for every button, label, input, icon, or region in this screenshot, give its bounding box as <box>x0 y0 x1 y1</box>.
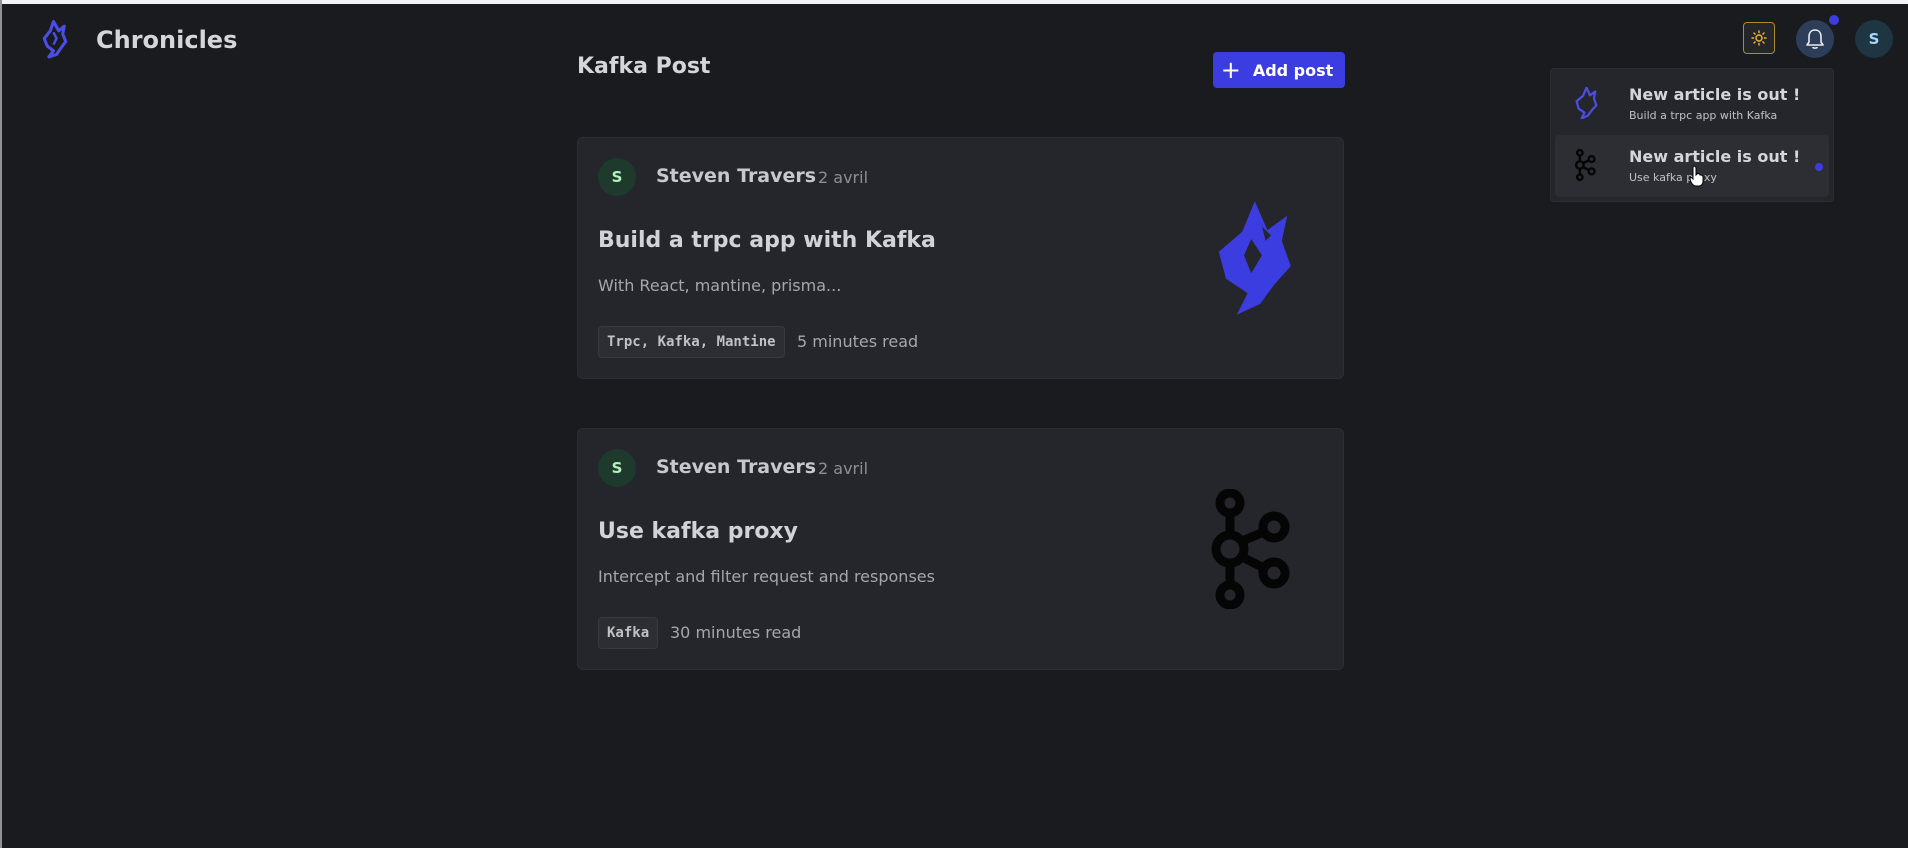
notification-subtitle: Build a trpc app with Kafka <box>1629 109 1778 122</box>
read-time: 30 minutes read <box>670 623 802 642</box>
unread-indicator <box>1829 15 1839 25</box>
post-date: 2 avril <box>818 168 869 187</box>
notification-title: New article is out ! <box>1629 147 1801 166</box>
app-name: Chronicles <box>96 26 238 54</box>
window-top-border <box>0 0 1908 4</box>
post-tags: Trpc, Kafka, Mantine <box>598 326 785 358</box>
read-time: 5 minutes read <box>797 332 919 351</box>
plus-icon: + <box>1220 56 1241 84</box>
author-avatar: S <box>598 449 636 487</box>
unread-dot <box>1815 163 1823 171</box>
post-description: With React, mantine, prisma... <box>598 276 842 295</box>
page-title: Kafka Post <box>577 54 711 79</box>
post-title[interactable]: Use kafka proxy <box>598 519 798 544</box>
notifications-button[interactable] <box>1796 20 1834 58</box>
author-avatar: S <box>598 158 636 196</box>
hand-cursor-icon <box>1689 165 1704 187</box>
add-post-label: Add post <box>1252 60 1334 80</box>
sun-icon <box>1751 30 1767 46</box>
post-card[interactable]: S Steven Travers 2 avril Use kafka proxy… <box>577 428 1344 670</box>
wolf-logo-icon <box>1575 87 1598 119</box>
window-left-border <box>0 0 2 848</box>
wolf-logo-icon <box>42 20 68 59</box>
theme-toggle-button[interactable] <box>1743 22 1775 54</box>
add-post-button[interactable]: + Add post <box>1213 52 1345 88</box>
user-avatar-button[interactable]: S <box>1855 20 1893 58</box>
kafka-logo-icon <box>1211 489 1290 609</box>
kafka-logo-icon <box>1574 149 1596 181</box>
bell-icon <box>1806 29 1824 49</box>
brand[interactable]: Chronicles <box>38 20 237 60</box>
author-name: Steven Travers <box>656 456 817 478</box>
post-title[interactable]: Build a trpc app with Kafka <box>598 228 936 253</box>
post-description: Intercept and filter request and respons… <box>598 567 935 586</box>
notification-title: New article is out ! <box>1629 85 1801 104</box>
post-date: 2 avril <box>818 459 869 478</box>
post-card[interactable]: S Steven Travers 2 avril Build a trpc ap… <box>577 137 1344 379</box>
wolf-logo-icon <box>1218 201 1291 315</box>
author-name: Steven Travers <box>656 165 817 187</box>
notification-item[interactable]: New article is out ! Build a trpc app wi… <box>1555 73 1829 135</box>
post-tags: Kafka <box>598 617 659 649</box>
